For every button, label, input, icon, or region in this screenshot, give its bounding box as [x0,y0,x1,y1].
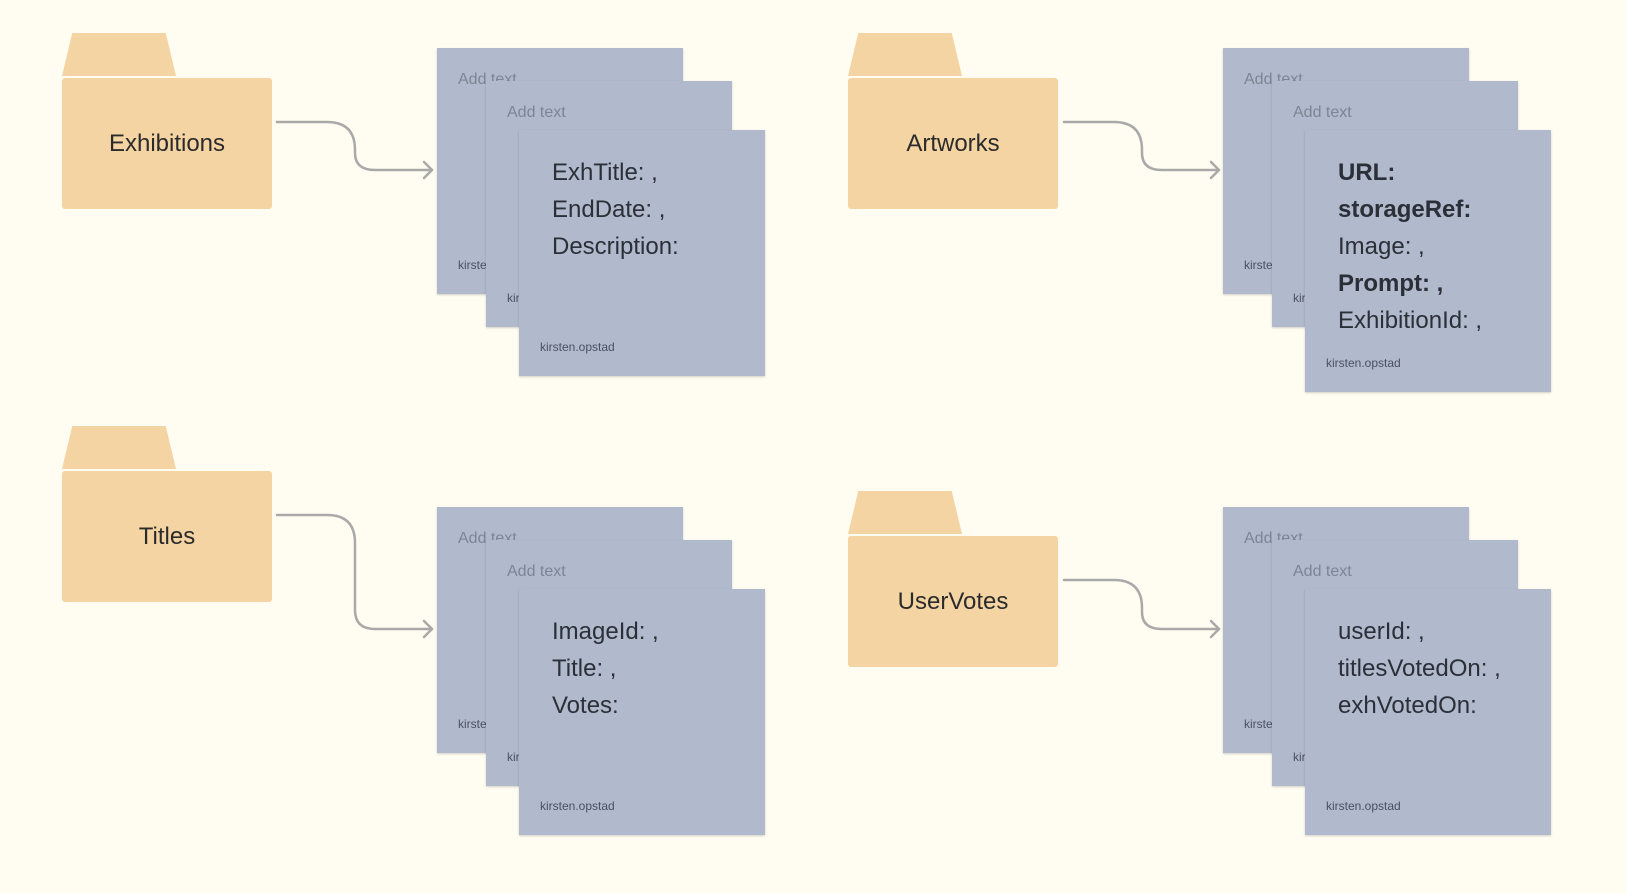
arrow-uservotes-to-notes [1062,578,1221,631]
folder-label: Titles [62,471,272,602]
note-author: kirsten.opstad [1326,356,1401,370]
field-item: storageRef: [1338,196,1472,223]
note-placeholder: Add text [1293,104,1352,121]
folder-label: Artworks [848,78,1058,209]
field-item: ImageId: , [552,618,659,645]
note-author: kirsten.opstad [1326,799,1401,813]
folder-uservotes[interactable]: UserVotes [848,491,1058,669]
field-item: Prompt: , [1338,270,1444,297]
folder-tab [848,33,962,76]
field-item: titlesVotedOn: , [1338,655,1501,682]
note-placeholder: Add text [507,104,566,121]
folder-label: Exhibitions [62,78,272,209]
field-item: Title: , [552,655,617,682]
folder-tab [848,491,962,534]
sticky-note-front[interactable]: ExhTitle: , EndDate: , Description: kirs… [519,130,765,376]
field-item: Description: [552,233,679,260]
folder-tab [62,426,176,469]
field-list: userId: , titlesVotedOn: , exhVotedOn: [1338,613,1501,724]
field-item: ExhibitionId: , [1338,307,1483,334]
field-list: URL: storageRef: Image: , Prompt: , Exhi… [1338,154,1482,339]
field-item: ExhTitle: , [552,159,658,186]
note-placeholder: Add text [1293,563,1352,580]
sticky-note-front[interactable]: ImageId: , Title: , Votes: kirsten.opsta… [519,589,765,835]
note-author: kirsten.opstad [540,340,615,354]
field-list: ImageId: , Title: , Votes: [552,613,659,724]
folder-exhibitions[interactable]: Exhibitions [62,33,272,211]
sticky-note-front[interactable]: URL: storageRef: Image: , Prompt: , Exhi… [1305,130,1551,392]
field-item: EndDate: , [552,196,666,223]
arrow-exhibitions-to-notes [275,120,434,172]
note-author: kirsten.opstad [540,799,615,813]
note-placeholder: Add text [507,563,566,580]
sticky-note-front[interactable]: userId: , titlesVotedOn: , exhVotedOn: k… [1305,589,1551,835]
folder-titles[interactable]: Titles [62,426,272,604]
field-item: userId: , [1338,618,1425,645]
folder-label: UserVotes [848,536,1058,667]
field-item: URL: [1338,159,1396,186]
field-list: ExhTitle: , EndDate: , Description: [552,154,679,265]
field-item: Image: , [1338,233,1425,260]
field-item: Votes: [552,692,619,719]
folder-tab [62,33,176,76]
folder-artworks[interactable]: Artworks [848,33,1058,211]
arrow-titles-to-notes [275,513,434,631]
arrow-artworks-to-notes [1062,120,1221,172]
field-item: exhVotedOn: [1338,692,1477,719]
